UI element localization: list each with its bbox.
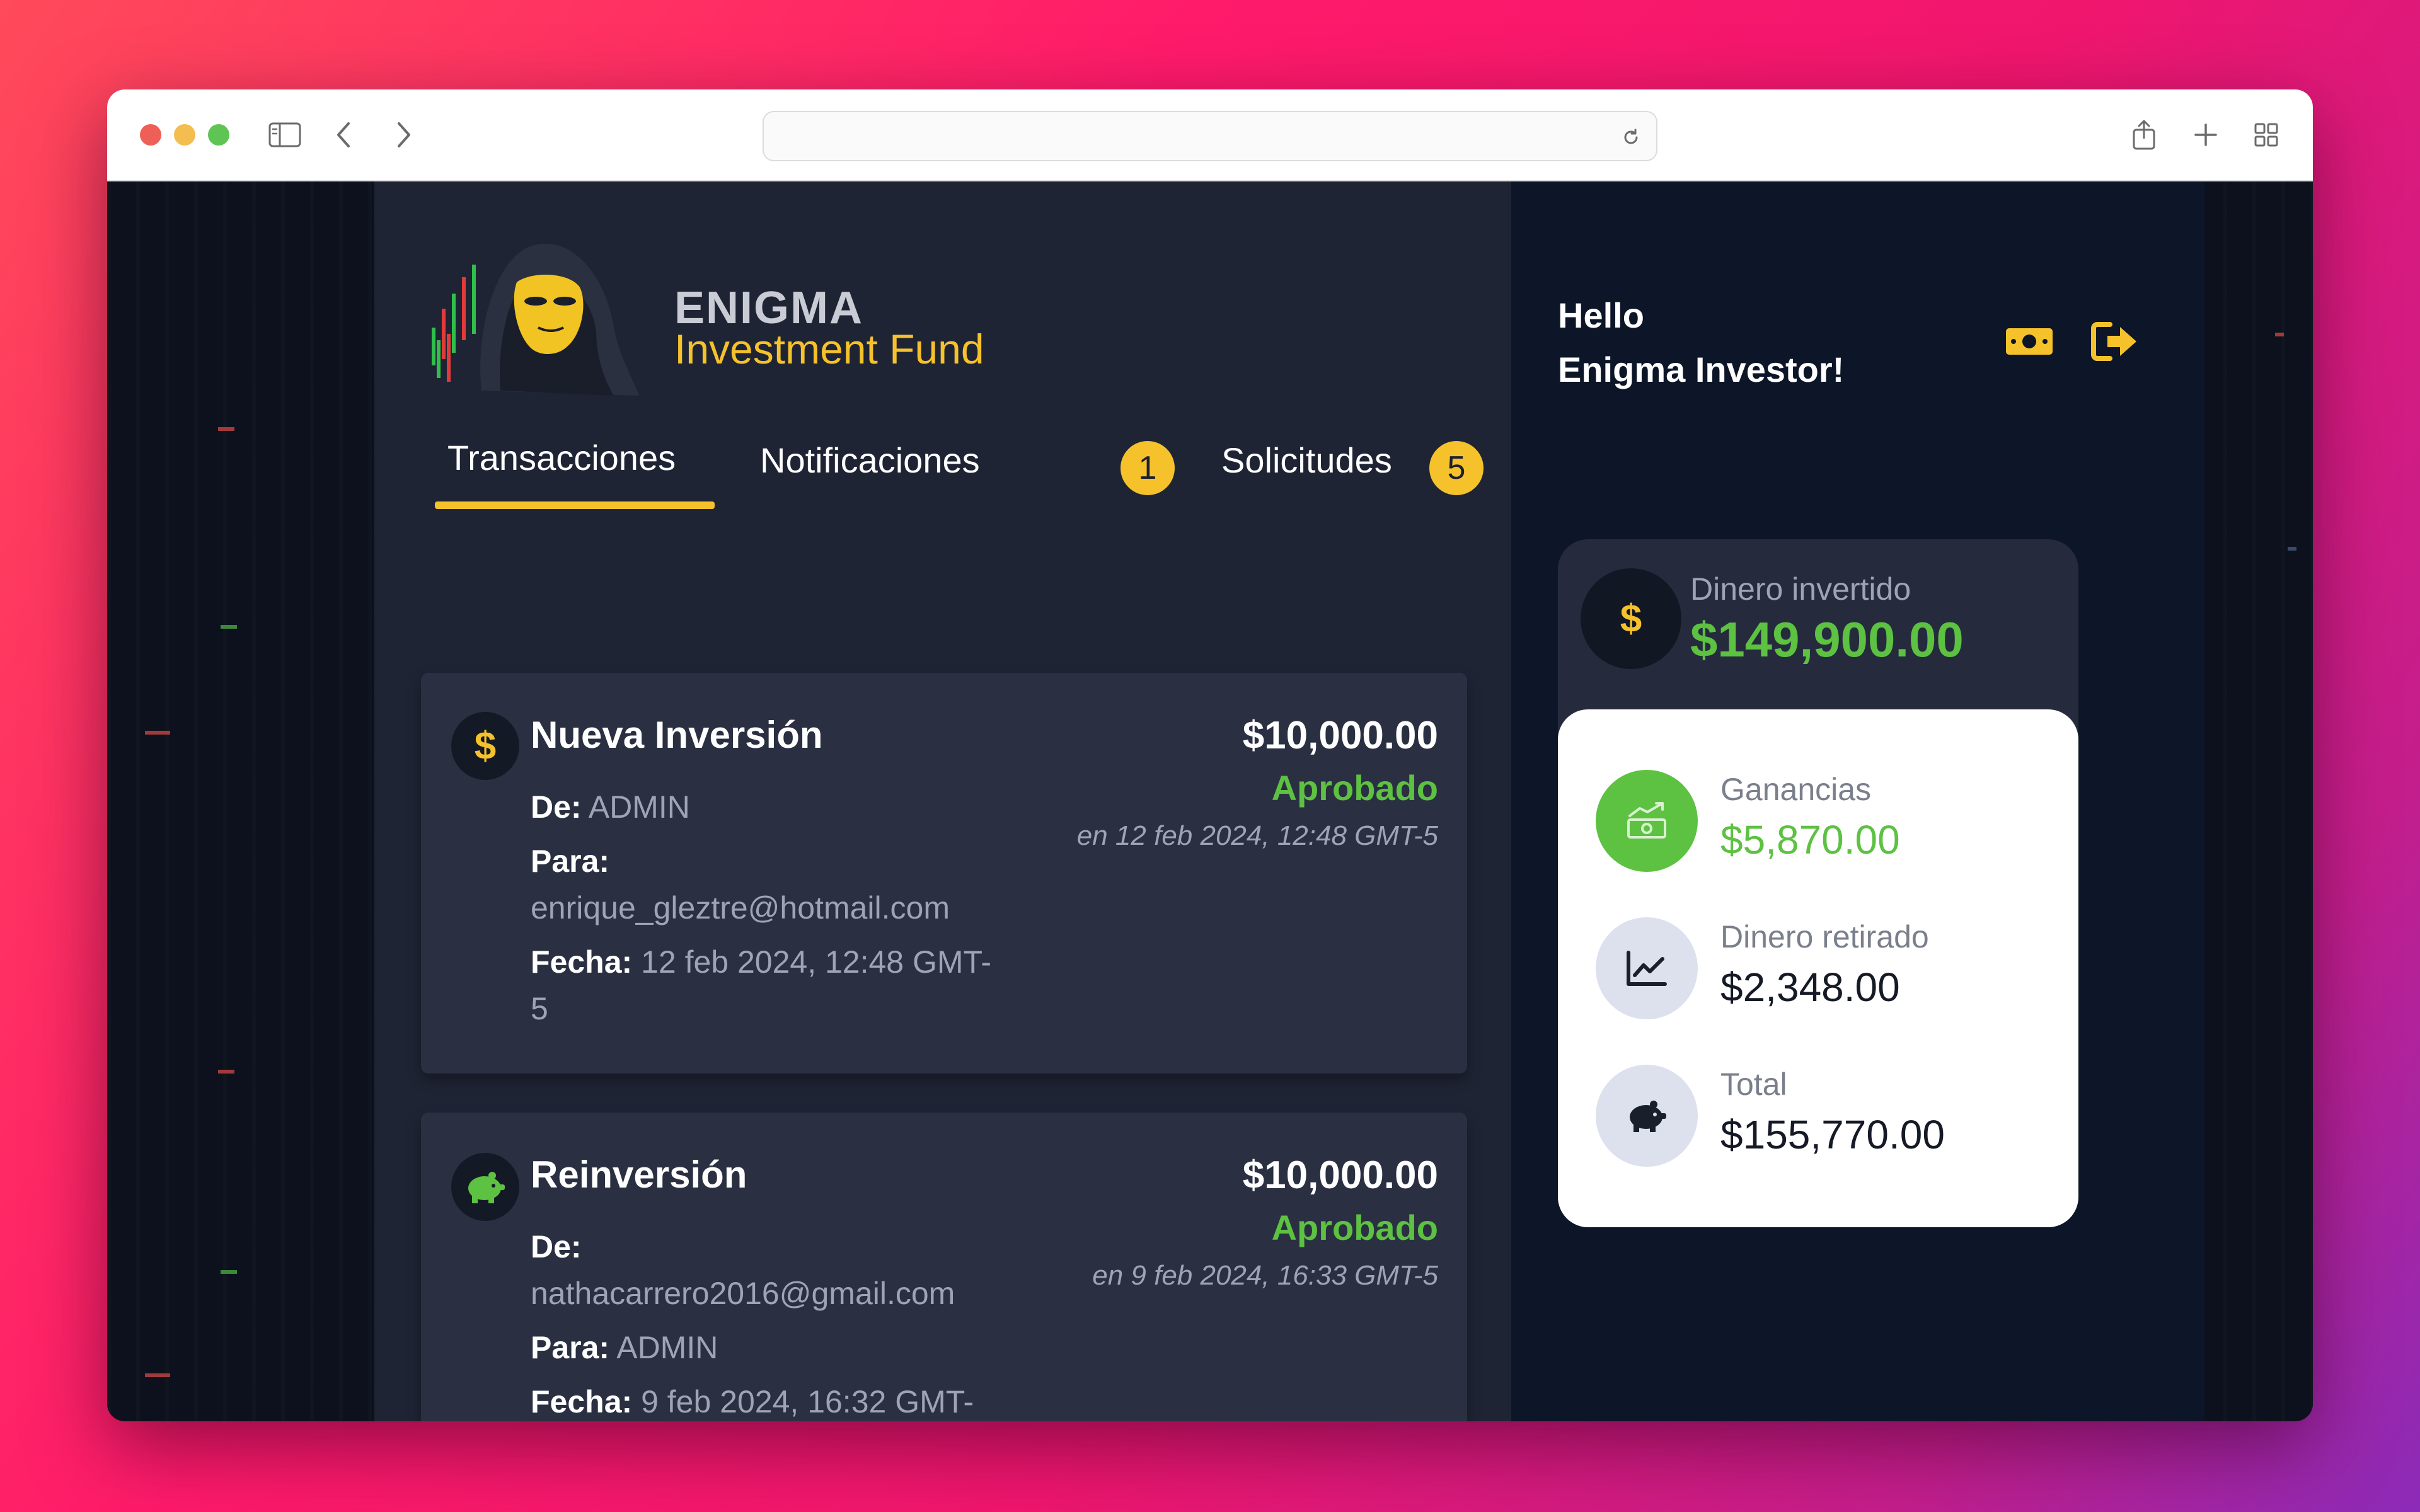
cash-growth-icon: [1596, 770, 1698, 872]
to-label: Para:: [531, 1330, 610, 1365]
svg-text:$: $: [475, 724, 496, 768]
transaction-to: Para: ADMIN: [531, 1324, 1047, 1371]
share-icon[interactable]: [2124, 115, 2164, 155]
background-tick: [221, 625, 237, 629]
dollar-icon: $: [1581, 568, 1681, 669]
tab-overview-icon[interactable]: [2246, 115, 2286, 155]
stat-label-dinero-retirado: Dinero retirado: [1720, 919, 1929, 954]
maximize-window-button[interactable]: [208, 124, 229, 146]
tab-notificaciones[interactable]: Notificaciones: [760, 440, 980, 481]
background-tick: [218, 1070, 234, 1074]
transaction-from: nathacarrero2016@gmail.com: [531, 1276, 955, 1311]
background-tick: [145, 731, 170, 735]
greeting-name: Enigma Investor!: [1558, 350, 1845, 389]
transaction-from-label-row: De:: [531, 1223, 1047, 1270]
solicitudes-count-badge: 5: [1429, 441, 1484, 495]
invested-value: $149,900.00: [1690, 612, 1964, 667]
to-label: Para:: [531, 844, 610, 879]
reload-icon[interactable]: [1617, 123, 1645, 151]
transaction-title: Reinversión: [531, 1154, 747, 1196]
transaction-to-label-row: Para:: [531, 838, 1047, 885]
transaction-timestamp: en 9 feb 2024, 16:33 GMT-5: [1092, 1260, 1438, 1291]
new-tab-icon[interactable]: [2186, 115, 2226, 155]
dollar-icon: $: [451, 712, 519, 780]
forward-icon[interactable]: [383, 115, 424, 155]
browser-window: ENIGMA Investment Fund Transacciones Not…: [107, 89, 2313, 1421]
back-icon[interactable]: [324, 115, 364, 155]
date-label: Fecha:: [531, 1384, 633, 1419]
stat-value-dinero-retirado: $2,348.00: [1720, 965, 1900, 1010]
transaction-date: Fecha: 9 feb 2024, 16:32 GMT-: [531, 1378, 1047, 1421]
browser-toolbar: [107, 89, 2313, 181]
account-summary-panel: Hello Enigma Investor! $ Dinero invertid…: [1511, 181, 2204, 1421]
date-value: 12 feb 2024, 12:48 GMT-: [641, 944, 991, 980]
date-value: 9 feb 2024, 16:32 GMT-: [641, 1384, 974, 1419]
piggy-bank-icon: [1596, 1065, 1698, 1167]
background-tick: [2275, 333, 2284, 336]
active-tab-indicator: [435, 501, 715, 509]
stats-card: Ganancias $5,870.00 Dinero retirado $2,3…: [1558, 709, 2078, 1227]
from-label: De:: [531, 789, 582, 825]
tab-transacciones[interactable]: Transacciones: [447, 437, 676, 478]
chart-line-icon: [1596, 917, 1698, 1019]
stat-label-ganancias: Ganancias: [1720, 772, 1872, 807]
transaction-date-tail: 5: [531, 991, 548, 1026]
transaction-amount: $10,000.00: [1242, 1154, 1438, 1197]
transaction-date: Fecha: 12 feb 2024, 12:48 GMT-: [531, 939, 1047, 985]
transaction-status: Aprobado: [1271, 1208, 1438, 1247]
enigma-logo: [425, 233, 639, 397]
address-bar[interactable]: [763, 111, 1657, 161]
from-label: De:: [531, 1229, 582, 1264]
background-tick: [145, 1373, 170, 1377]
stat-value-ganancias: $5,870.00: [1720, 817, 1900, 862]
date-label: Fecha:: [531, 944, 633, 980]
invested-label: Dinero invertido: [1690, 571, 1911, 607]
transaction-amount: $10,000.00: [1242, 714, 1438, 757]
page-content: ENIGMA Investment Fund Transacciones Not…: [107, 181, 2313, 1421]
stat-label-total: Total: [1720, 1067, 1787, 1102]
transaction-to: enrique_gleztre@hotmail.com: [531, 890, 950, 925]
sidebar-toggle-icon[interactable]: [265, 115, 305, 155]
transaction-card[interactable]: $ Nueva Inversión De: ADMIN Para: enriqu…: [421, 673, 1467, 1074]
money-icon[interactable]: [1999, 311, 2060, 372]
to-value: ADMIN: [616, 1330, 718, 1365]
background-tick: [221, 1270, 237, 1274]
minimize-window-button[interactable]: [174, 124, 195, 146]
svg-text:$: $: [1620, 597, 1642, 641]
close-window-button[interactable]: [140, 124, 161, 146]
transaction-timestamp: en 12 feb 2024, 12:48 GMT-5: [1076, 820, 1438, 851]
transaction-card[interactable]: Reinversión De: nathacarrero2016@gmail.c…: [421, 1113, 1467, 1421]
stat-value-total: $155,770.00: [1720, 1112, 1945, 1157]
from-value: ADMIN: [588, 789, 690, 825]
logout-icon[interactable]: [2085, 311, 2145, 372]
notificaciones-count-badge: 1: [1121, 441, 1175, 495]
transaction-from: De: ADMIN: [531, 784, 1047, 830]
brand-subtitle: Investment Fund: [674, 326, 984, 372]
tab-solicitudes[interactable]: Solicitudes: [1221, 440, 1392, 481]
greeting: Hello Enigma Investor!: [1558, 289, 1844, 397]
transaction-status: Aprobado: [1271, 768, 1438, 808]
background-tick: [218, 427, 234, 431]
transaction-title: Nueva Inversión: [531, 714, 823, 756]
background-tick: [2288, 547, 2296, 551]
piggy-bank-icon: [451, 1153, 519, 1221]
greeting-hello: Hello: [1558, 295, 1644, 335]
transactions-panel: ENIGMA Investment Fund Transacciones Not…: [374, 181, 1511, 1421]
